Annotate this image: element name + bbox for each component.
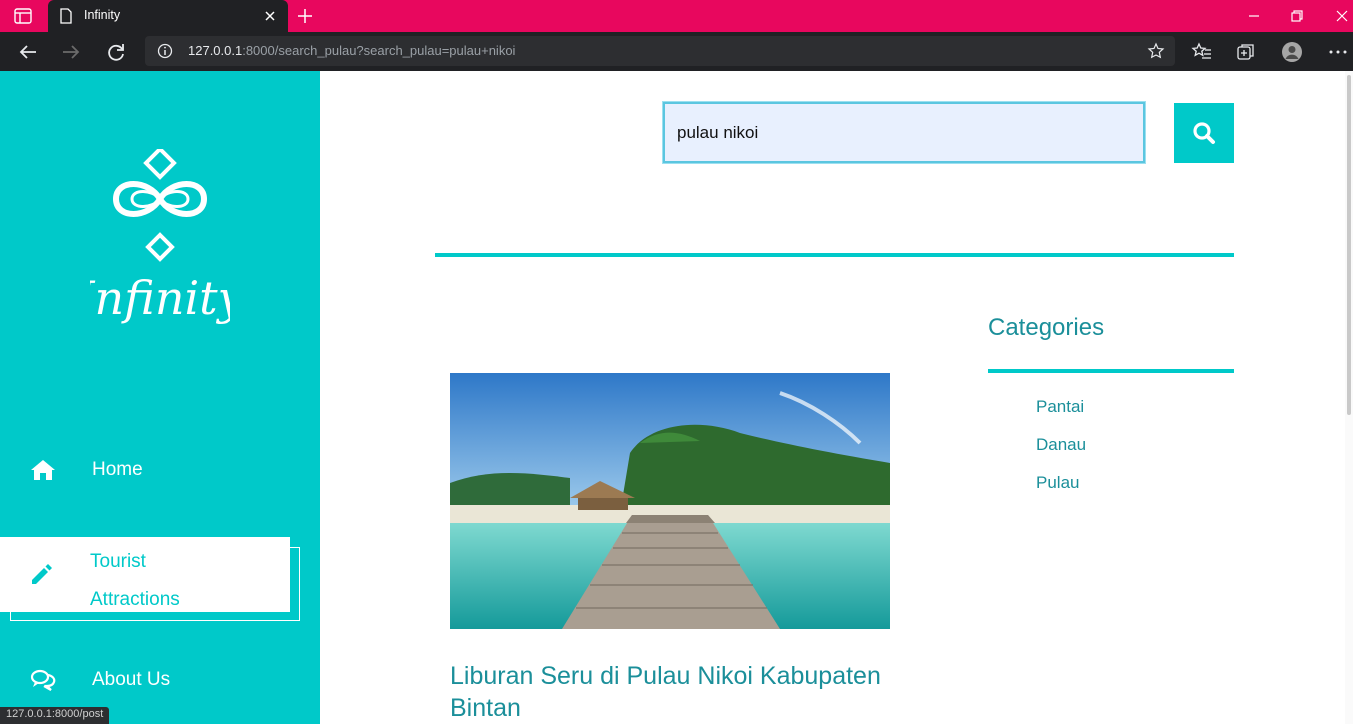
add-favorite-icon[interactable] — [1147, 42, 1165, 60]
home-icon — [31, 460, 55, 480]
label-line-1: Tourist — [90, 551, 146, 572]
forward-icon[interactable] — [60, 41, 82, 63]
close-window-icon[interactable] — [1332, 6, 1352, 26]
sidebar-item-tourist-attractions[interactable]: Tourist Attractions — [0, 537, 320, 622]
search-button[interactable] — [1174, 103, 1234, 163]
more-options-icon[interactable] — [1327, 41, 1349, 63]
favorites-icon[interactable] — [1191, 41, 1213, 63]
scrollbar-thumb[interactable] — [1347, 75, 1351, 415]
refresh-icon[interactable] — [105, 41, 127, 63]
minimize-icon[interactable] — [1244, 6, 1264, 26]
browser-toolbar: 127.0.0.1:8000/search_pulau?search_pulau… — [0, 32, 1353, 71]
search-icon — [1193, 122, 1215, 144]
collections-icon[interactable] — [1235, 41, 1257, 63]
url-text: 127.0.0.1:8000/search_pulau?search_pulau… — [188, 43, 515, 58]
categories-heading: Categories — [988, 314, 1105, 341]
tab-title: Infinity — [84, 8, 121, 22]
logo-text: Infinity — [90, 271, 230, 325]
label-line-2: Attractions — [90, 589, 180, 610]
section-divider — [435, 253, 1234, 257]
infinity-logo[interactable]: Infinity — [90, 149, 230, 339]
restore-icon[interactable] — [1287, 6, 1307, 26]
sidebar-item-label: Tourist Attractions — [90, 543, 250, 619]
close-tab-icon[interactable] — [262, 8, 278, 24]
tab-actions-icon[interactable] — [14, 8, 32, 24]
categories-divider — [988, 369, 1234, 373]
sidebar-item-home[interactable]: Home — [0, 451, 320, 491]
categories-list: Pantai Danau Pulau — [1036, 397, 1086, 511]
search-input[interactable] — [662, 101, 1146, 164]
profile-avatar-icon[interactable] — [1281, 41, 1303, 63]
status-url-tooltip: 127.0.0.1:8000/post — [0, 707, 110, 724]
post-title-link[interactable]: Liburan Seru di Pulau Nikoi Kabupaten Bi… — [450, 660, 910, 724]
page-scrollbar[interactable] — [1345, 71, 1353, 724]
new-tab-icon[interactable] — [296, 7, 314, 25]
browser-tab[interactable]: Infinity — [48, 0, 288, 32]
browser-tab-bar: Infinity — [0, 0, 1353, 32]
pencil-icon — [32, 564, 52, 584]
sidebar-item-label: Home — [92, 459, 143, 480]
chat-icon — [30, 669, 56, 691]
category-link[interactable]: Pantai — [1036, 397, 1086, 435]
url-path: :8000/search_pulau?search_pulau=pulau+ni… — [242, 43, 516, 58]
back-icon[interactable] — [17, 41, 39, 63]
category-link[interactable]: Danau — [1036, 435, 1086, 473]
sidebar: Infinity Home Tourist Attractions About … — [0, 71, 320, 724]
url-host: 127.0.0.1 — [188, 43, 243, 58]
site-info-icon[interactable] — [157, 43, 173, 59]
page-icon — [60, 8, 72, 24]
beach-pier-image — [450, 373, 890, 629]
sidebar-item-about-us[interactable]: About Us — [0, 663, 320, 703]
sidebar-item-label: About Us — [92, 669, 171, 690]
post-image[interactable] — [450, 373, 890, 629]
address-bar[interactable]: 127.0.0.1:8000/search_pulau?search_pulau… — [145, 36, 1175, 66]
category-link[interactable]: Pulau — [1036, 473, 1086, 511]
